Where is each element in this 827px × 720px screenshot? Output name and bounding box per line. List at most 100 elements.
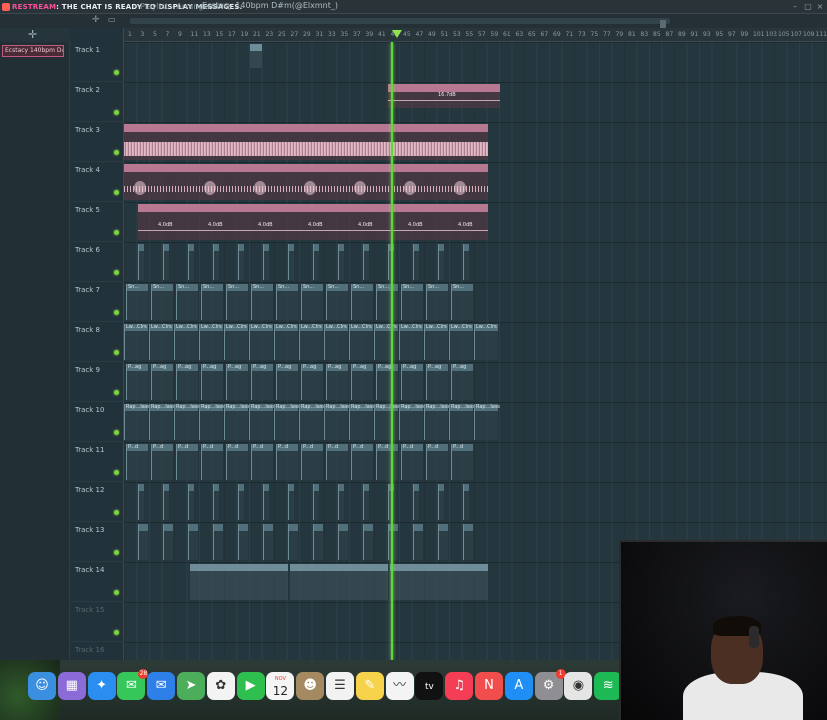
pattern-clip[interactable]: [138, 524, 148, 560]
close-window-icon[interactable]: [2, 3, 10, 11]
pattern-clip[interactable]: Lw...Clrs: [424, 324, 448, 360]
pattern-clip[interactable]: [213, 524, 223, 560]
pattern-clip[interactable]: [363, 484, 369, 520]
track-header[interactable]: Track 8: [70, 322, 124, 362]
pattern-clip[interactable]: Lw...Clrs: [224, 324, 248, 360]
calendar-icon[interactable]: NOV 12: [266, 672, 295, 700]
music-icon[interactable]: ♫: [445, 672, 474, 700]
messages-icon[interactable]: ✉ 28: [117, 669, 149, 700]
horizontal-scrollbar[interactable]: [130, 18, 670, 30]
audio-clip[interactable]: [124, 164, 488, 200]
pattern-clip[interactable]: Lw...Clrs: [349, 324, 373, 360]
facetime-icon[interactable]: ▶: [236, 672, 265, 700]
track-header[interactable]: Track 15: [70, 602, 124, 642]
pattern-clip[interactable]: [188, 244, 194, 280]
pattern-clip[interactable]: [413, 244, 419, 280]
pattern-clip[interactable]: P...d: [451, 444, 473, 480]
pattern-clip[interactable]: [363, 524, 373, 560]
pattern-clip[interactable]: [163, 524, 173, 560]
pattern-clip[interactable]: Rap...lass: [149, 404, 175, 440]
pattern-clip[interactable]: P...ag: [351, 364, 373, 400]
pattern-clip[interactable]: Sn...: [351, 284, 373, 320]
pattern-clip[interactable]: Rap...lass: [274, 404, 300, 440]
pattern-clip[interactable]: Sn...: [276, 284, 298, 320]
track-header[interactable]: Track 2: [70, 82, 124, 122]
pattern-clip[interactable]: [313, 244, 319, 280]
pattern-clip[interactable]: [438, 524, 448, 560]
pattern-clip[interactable]: [288, 524, 298, 560]
finder-icon[interactable]: ☺: [28, 672, 56, 700]
pattern-clip[interactable]: Sn...: [251, 284, 273, 320]
reminders-icon[interactable]: ☰: [326, 672, 354, 700]
track-mute-led[interactable]: [114, 590, 119, 595]
pattern-clip[interactable]: [413, 524, 423, 560]
pattern-clip[interactable]: [438, 244, 444, 280]
pattern-clip[interactable]: Pop - Broken: [190, 564, 288, 600]
track-header[interactable]: Track 12: [70, 482, 124, 522]
spotify-icon[interactable]: ≋: [594, 672, 623, 700]
pattern-clip[interactable]: Lw...Clrs: [299, 324, 323, 360]
pattern-clip[interactable]: [188, 484, 194, 520]
pattern-clip[interactable]: [338, 244, 344, 280]
track-header[interactable]: Track 10: [70, 402, 124, 442]
pattern-clip[interactable]: [388, 524, 398, 560]
pattern-clip[interactable]: Rap...lass: [449, 404, 475, 440]
pattern-clip[interactable]: [163, 484, 169, 520]
pattern-clip[interactable]: [138, 244, 144, 280]
track-mute-led[interactable]: [114, 270, 119, 275]
pattern-clip[interactable]: [263, 524, 273, 560]
audio-clip[interactable]: Ecstacy 1...Elxmnt_: [124, 124, 488, 160]
pattern-clip[interactable]: [238, 484, 244, 520]
pattern-clip[interactable]: Rap...lass: [199, 404, 225, 440]
pattern-clip[interactable]: P...d: [201, 444, 223, 480]
photos-icon[interactable]: ✿: [206, 672, 235, 700]
pattern-clip[interactable]: P...ag: [451, 364, 473, 400]
pattern-clip[interactable]: Rap...lass: [124, 404, 150, 440]
pattern-clip[interactable]: P...d: [126, 444, 148, 480]
pattern-clip[interactable]: Sn...: [176, 284, 198, 320]
pattern-clip[interactable]: Lw...Clrs: [474, 324, 498, 360]
pattern-clip[interactable]: Rap...lass: [349, 404, 375, 440]
pattern-clip[interactable]: [250, 44, 262, 68]
track-mute-led[interactable]: [114, 430, 119, 435]
safari-icon[interactable]: ✦: [87, 672, 116, 700]
pattern-clip[interactable]: P...ag: [126, 364, 148, 400]
chrome-icon[interactable]: ◉: [564, 672, 593, 700]
timeline-ruler[interactable]: 1 3 5 7 9 11 13 15 17 19 21 23 25 27 29 31 33 35 37 39 41 43 4…: [124, 28, 827, 42]
pattern-clip[interactable]: [313, 524, 323, 560]
track-mute-led[interactable]: [114, 390, 119, 395]
selected-pattern[interactable]: Ecstacy 140bpm D#m: [2, 45, 64, 57]
pattern-clip[interactable]: P...ag: [176, 364, 198, 400]
pattern-clip[interactable]: Rap...lass: [174, 404, 200, 440]
track-header[interactable]: Track 14: [70, 562, 124, 602]
pattern-clip[interactable]: [213, 484, 219, 520]
settings-icon[interactable]: ⚙ 1: [534, 669, 566, 700]
notes-icon[interactable]: ✎: [355, 672, 384, 700]
freeform-icon[interactable]: 〰: [385, 672, 414, 700]
track-mute-led[interactable]: [114, 630, 119, 635]
pattern-clip[interactable]: [288, 484, 294, 520]
track-mute-led[interactable]: [114, 470, 119, 475]
pattern-clip[interactable]: [463, 244, 469, 280]
pattern-clip[interactable]: [213, 244, 219, 280]
audio-clip[interactable]: Ecstacy 1...Elxmnt_ 4.0dB 4.0dB 4.0dB 4.…: [138, 204, 488, 240]
pattern-clip[interactable]: [188, 524, 198, 560]
playhead-marker-icon[interactable]: [392, 30, 402, 38]
pattern-clip[interactable]: [438, 484, 444, 520]
pattern-clip[interactable]: Rap...lass: [324, 404, 350, 440]
pattern-clip[interactable]: Sn...: [426, 284, 448, 320]
pattern-clip[interactable]: P...ag: [276, 364, 298, 400]
track-header[interactable]: Track 4: [70, 162, 124, 202]
track-header[interactable]: Track 9: [70, 362, 124, 402]
pattern-clip[interactable]: Sn...: [401, 284, 423, 320]
track-header[interactable]: Track 7: [70, 282, 124, 322]
close-icon[interactable]: ×: [815, 1, 825, 12]
pattern-clip[interactable]: [138, 484, 144, 520]
track-header[interactable]: Track 3: [70, 122, 124, 162]
pattern-clip[interactable]: P...d: [226, 444, 248, 480]
pattern-clip[interactable]: P...d: [251, 444, 273, 480]
pattern-clip[interactable]: [363, 244, 369, 280]
pattern-clip[interactable]: Sn...: [126, 284, 148, 320]
pattern-clip[interactable]: Lw...Clrs: [249, 324, 273, 360]
track-header[interactable]: Track 6: [70, 242, 124, 282]
